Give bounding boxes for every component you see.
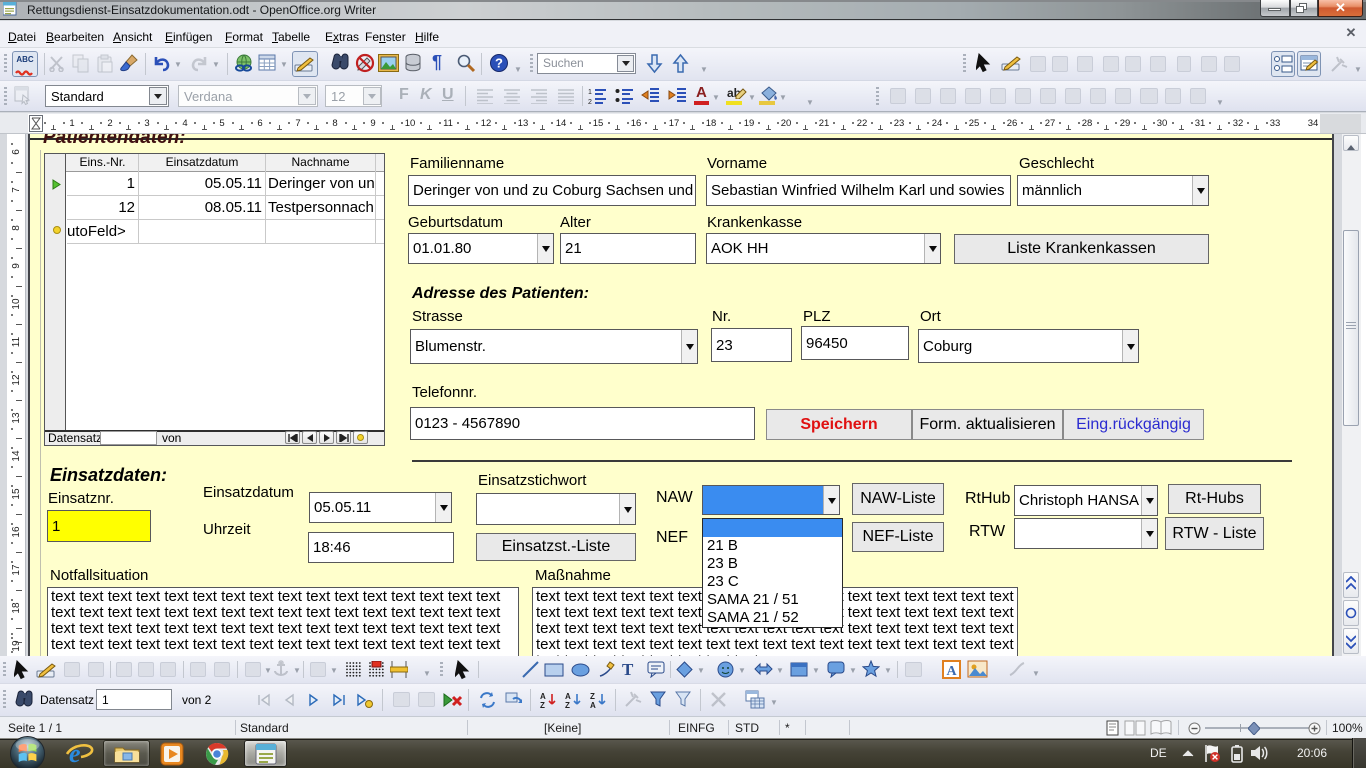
svg-text:A: A [540,692,546,701]
svg-text:Z: Z [590,692,595,701]
svg-text:A: A [590,701,596,709]
svg-text:?: ? [495,56,503,71]
svg-text:A: A [565,692,571,701]
svg-text:e: e [69,740,81,766]
svg-text:A: A [946,664,957,679]
svg-text:1: 1 [588,89,592,96]
svg-text:Z: Z [565,701,570,709]
svg-text:2: 2 [588,99,592,105]
svg-text:Z: Z [540,701,545,709]
